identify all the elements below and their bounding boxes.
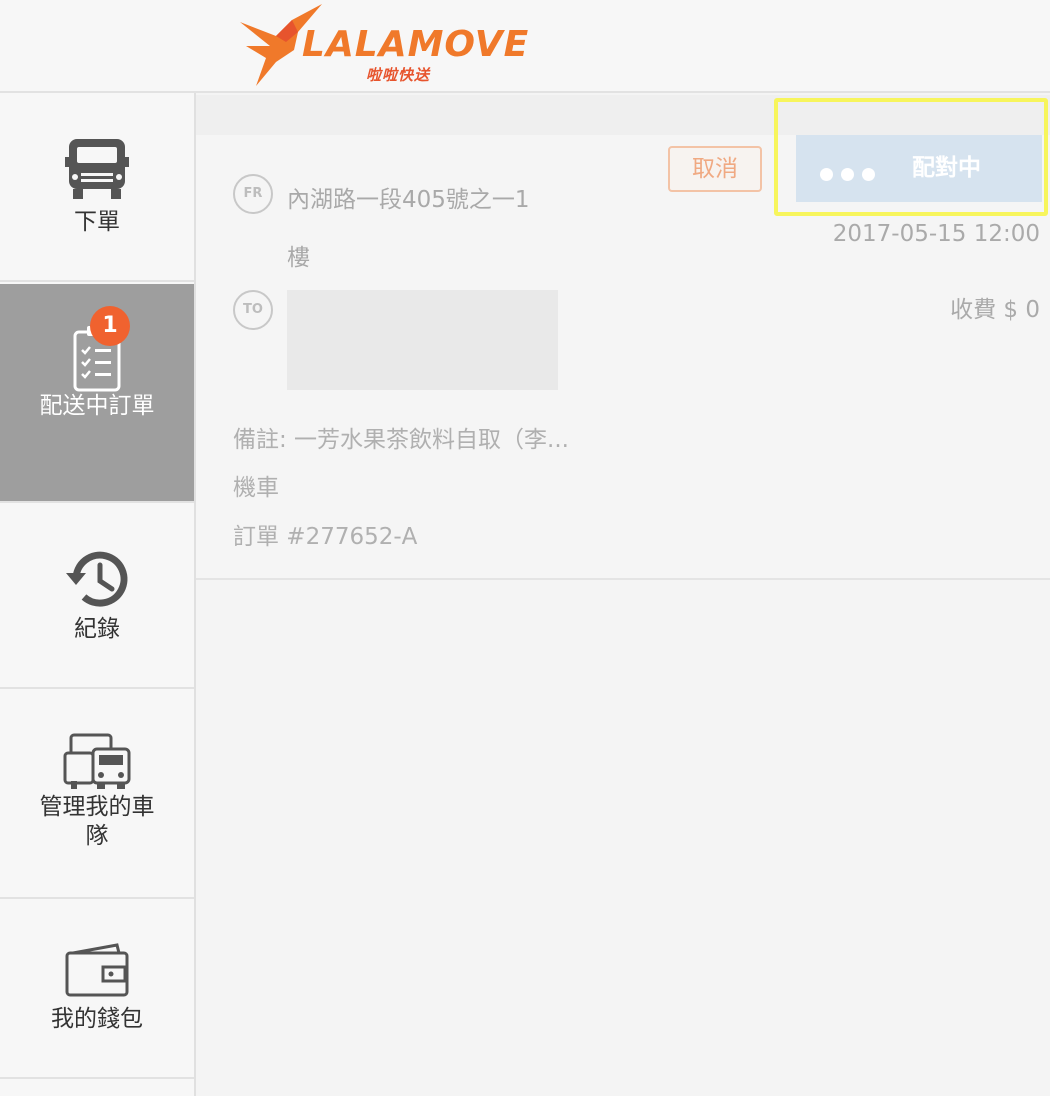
van-icon [65,139,129,199]
cancel-button[interactable]: 取消 [668,146,762,192]
wallet-icon [65,943,129,997]
notification-badge: 1 [90,306,130,346]
sidebar-nav: 下單 1 配送中訂單 紀錄 管理我的車隊 我的錢包 [0,93,196,1096]
app-header: LALAMOVE 啦啦快送 [0,0,1050,93]
to-address-redacted [287,290,558,390]
order-fee: 收費 $ 0 [950,297,1040,323]
sidebar-item-place-order[interactable]: 下單 [0,93,194,282]
sidebar-item-manage-fleet[interactable]: 管理我的車隊 [0,691,194,899]
main-content: FR 內湖路一段405號之一1 樓 TO 備註: 一芳水果茶飲料自取（李... … [196,95,1050,1096]
sidebar-item-history[interactable]: 紀錄 [0,505,194,689]
from-address: 內湖路一段405號之一1 [287,187,530,213]
order-number: 訂單 #277652-A [233,524,418,550]
sidebar-item-label: 下單 [74,209,120,235]
from-tag-icon: FR [233,174,273,214]
to-tag-icon: TO [233,290,273,330]
from-address-floor: 樓 [287,245,310,271]
order-datetime: 2017-05-15 12:00 [832,221,1040,247]
lalamove-logo[interactable]: LALAMOVE 啦啦快送 [236,2,536,90]
sidebar-item-label: 配送中訂單 [39,393,155,419]
sidebar-item-more[interactable] [0,1081,194,1096]
history-clock-icon [66,551,128,607]
brand-name: LALAMOVE [302,24,530,65]
sidebar-item-label: 紀錄 [74,616,120,642]
sidebar-item-label: 管理我的車隊 [39,794,155,849]
brand-subtitle: 啦啦快送 [366,66,431,84]
fleet-vehicles-icon [63,733,131,789]
sidebar-item-wallet[interactable]: 我的錢包 [0,901,194,1079]
vehicle-type: 機車 [233,475,279,501]
order-remark: 備註: 一芳水果茶飲料自取（李... [233,427,569,453]
highlight-annotation [774,98,1048,216]
sidebar-item-active-orders[interactable]: 1 配送中訂單 [0,284,194,503]
sidebar-item-label: 我的錢包 [51,1006,143,1032]
